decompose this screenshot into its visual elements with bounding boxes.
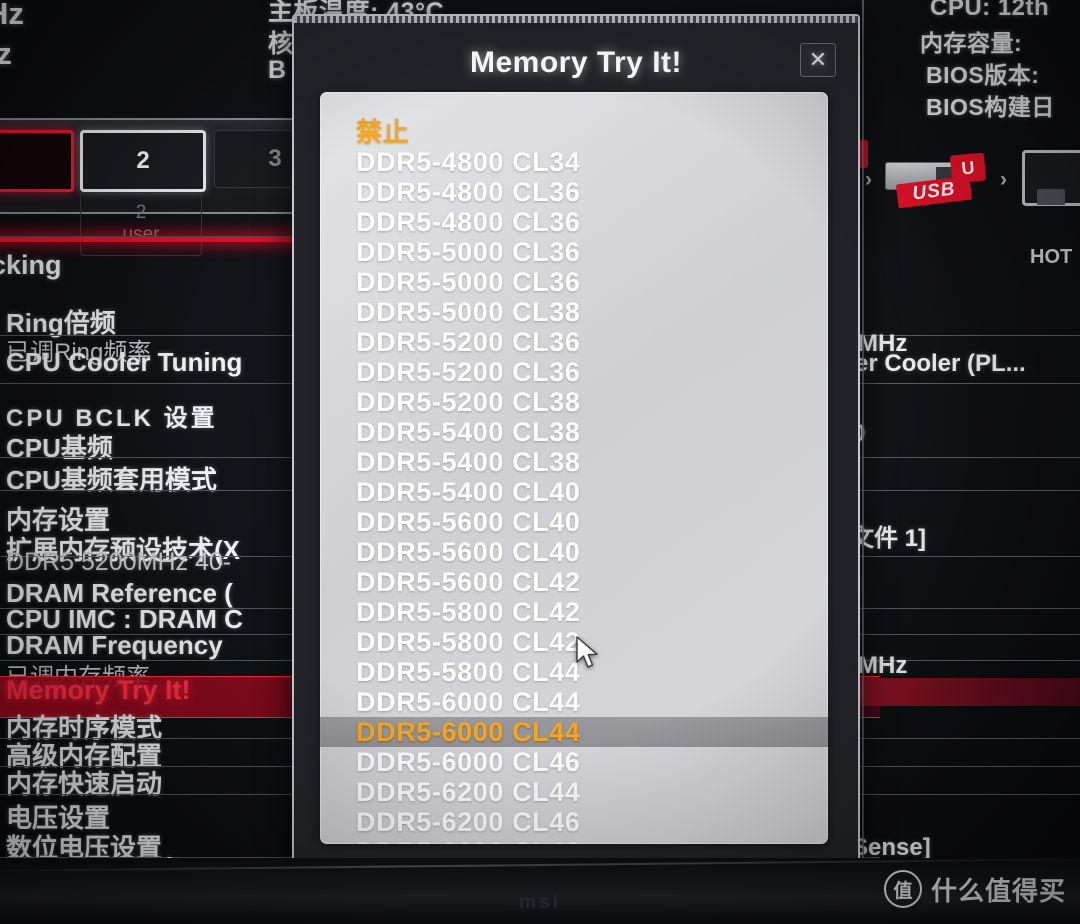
value-divider: [855, 556, 1080, 557]
memory-preset-item[interactable]: DDR5-6200 CL48: [320, 837, 828, 844]
memory-preset-item[interactable]: DDR5-6200 CL44: [320, 777, 828, 807]
memory-preset-item[interactable]: DDR5-5800 CL42: [320, 597, 828, 627]
setting-cpu-cooler-tuning[interactable]: CPU Cooler Tuning: [6, 347, 242, 378]
memory-preset-item[interactable]: DDR5-6200 CL46: [320, 807, 828, 837]
memory-preset-item[interactable]: DDR5-5400 CL40: [320, 477, 828, 507]
watermark-badge-icon: 值: [883, 870, 922, 908]
watermark-text: 什么值得买: [930, 875, 1066, 906]
memory-preset-item[interactable]: DDR5-4800 CL34: [320, 147, 828, 177]
value-row-highlight: [855, 678, 1080, 706]
panel-edge-right: [862, 0, 864, 924]
memory-preset-item[interactable]: DDR5-5200 CL36: [320, 357, 828, 387]
core-label: 核: [268, 30, 294, 58]
close-icon[interactable]: ✕: [800, 43, 836, 77]
memory-preset-item[interactable]: DDR5-5000 CL38: [320, 297, 828, 327]
setting-xmp-profile-detail: DDR5 5200MHz 40-: [6, 548, 232, 576]
bios-build-date-label: BIOS构建日: [926, 94, 1055, 120]
value-divider: [855, 457, 1080, 458]
value-divider: [855, 766, 1080, 767]
chevron-right-icon-1: ›: [865, 168, 872, 191]
value-divider: [855, 634, 1080, 635]
value-divider: [855, 490, 1080, 491]
memory-preset-item[interactable]: DDR5-5600 CL40: [320, 507, 828, 537]
dialog-top-border: [294, 16, 858, 23]
bios-version-label: BIOS版本:: [926, 62, 1040, 88]
memory-preset-item[interactable]: DDR5-5200 CL38: [320, 387, 828, 417]
profile-user-slot[interactable]: 2 user: [80, 192, 202, 256]
value-divider: [855, 794, 1080, 795]
dialog-title: Memory Try It!: [469, 46, 683, 79]
memory-try-it-dialog: Memory Try It! ✕ 禁止 DDR5-4800 CL34 DDR5-48…: [292, 14, 860, 870]
profile-user-number: 2: [135, 202, 147, 224]
setting-cpu-base-freq-mode[interactable]: CPU基频套用模式: [6, 460, 217, 497]
memory-preset-item[interactable]: DDR5-5600 CL42: [320, 567, 828, 597]
bios-screen: Hz Hz 主板温度: 43°C 核 B CPU: 12th 内存容量: BIO…: [0, 0, 1080, 924]
chevron-right-icon-2: ›: [1000, 168, 1007, 191]
memory-preset-item[interactable]: DDR5-6000 CL46: [320, 747, 828, 777]
profile-user-label: user: [122, 224, 160, 245]
bios-label: B: [268, 56, 287, 84]
value-divider: [855, 383, 1080, 384]
memory-preset-item[interactable]: 禁止: [320, 117, 828, 147]
memory-preset-item[interactable]: DDR5-5600 CL40: [320, 537, 828, 567]
memory-preset-item[interactable]: DDR5-6000 CL44: [320, 717, 828, 747]
watermark: 值 什么值得买: [883, 870, 1066, 908]
value-divider: [855, 608, 1080, 609]
usb-device-icon[interactable]: U USB: [885, 152, 987, 210]
value-adjusted-dram-freq: MHz: [858, 652, 908, 679]
brand-logo: msi: [519, 892, 561, 913]
hotkey-label: HOT: [1030, 246, 1073, 268]
cpu-info-label: CPU: 12th: [930, 0, 1050, 21]
memory-preset-item[interactable]: DDR5-5400 CL38: [320, 447, 828, 477]
memory-preset-item[interactable]: DDR5-5800 CL42: [320, 627, 828, 657]
memory-capacity-label: 内存容量:: [920, 30, 1023, 56]
memory-preset-item[interactable]: DDR5-5000 CL36: [320, 267, 828, 297]
profile-slot-2[interactable]: 2: [80, 130, 206, 192]
memory-preset-item[interactable]: DDR5-5400 CL38: [320, 417, 828, 447]
memory-preset-item[interactable]: DDR5-5000 CL36: [320, 237, 828, 267]
cpu-freq-text-a: Hz: [0, 0, 24, 31]
memory-preset-item[interactable]: DDR5-4800 CL36: [320, 207, 828, 237]
memory-preset-item[interactable]: DDR5-4800 CL36: [320, 177, 828, 207]
profile-slot-1[interactable]: [0, 130, 74, 192]
memory-preset-item[interactable]: DDR5-6000 CL44: [320, 687, 828, 717]
memory-preset-list[interactable]: 禁止 DDR5-4800 CL34 DDR5-4800 CL36 DDR5-4800 …: [320, 92, 828, 844]
value-cpu-cooler-tuning: er Cooler (PL...: [855, 350, 1026, 377]
memory-preset-item[interactable]: DDR5-5200 CL36: [320, 327, 828, 357]
value-divider: [855, 738, 1080, 739]
setting-memory-fast-boot[interactable]: 内存快速启动: [6, 764, 162, 801]
overclocking-heading: clocking: [0, 250, 62, 280]
cpu-freq-text-b: Hz: [0, 36, 12, 71]
memory-preset-item[interactable]: DDR5-5800 CL44: [320, 657, 828, 687]
lan-port-icon[interactable]: [1022, 150, 1080, 206]
setting-memory-try-it[interactable]: Memory Try It!: [6, 675, 191, 706]
